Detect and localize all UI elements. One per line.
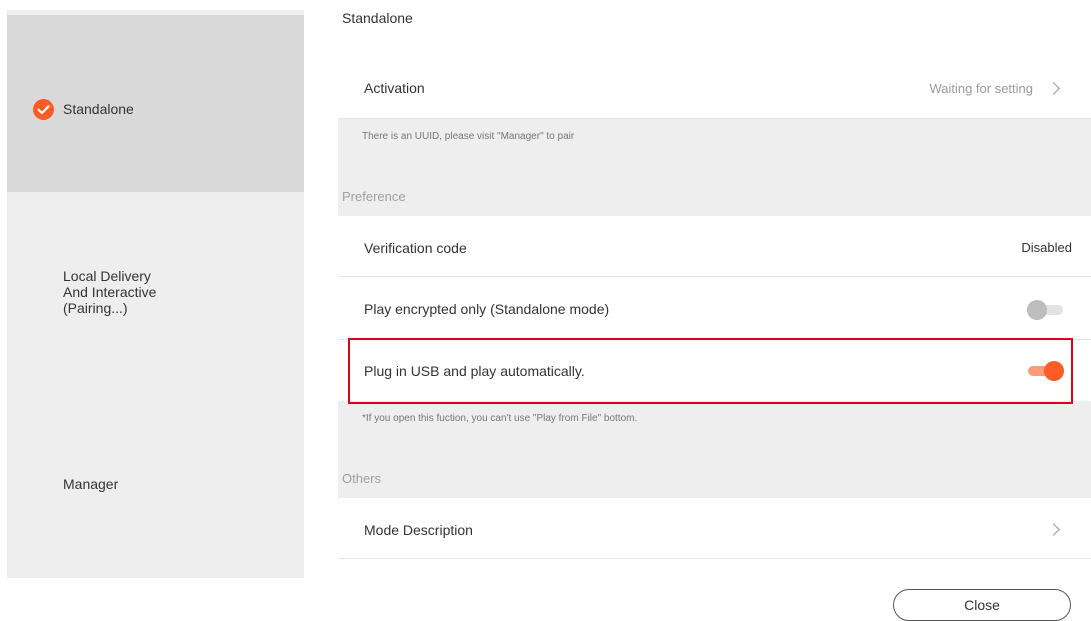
sidebar-item-label: Manager bbox=[63, 476, 119, 492]
activation-hint-band: There is an UUID, please visit "Manager"… bbox=[338, 119, 1091, 161]
sidebar-item-label: Standalone bbox=[63, 101, 134, 117]
settings-panel: Standalone Activation Waiting for settin… bbox=[304, 0, 1091, 616]
sidebar-item-local-delivery[interactable]: Local Delivery And Interactive (Pairing.… bbox=[7, 192, 304, 382]
verification-code-label: Verification code bbox=[364, 240, 467, 256]
usb-autoplay-toggle[interactable] bbox=[1028, 361, 1064, 381]
chevron-right-icon bbox=[1047, 523, 1060, 536]
usb-autoplay-hint: *If you open this fuction, you can't use… bbox=[362, 413, 638, 424]
usb-hint-band: *If you open this fuction, you can't use… bbox=[338, 401, 1091, 443]
mode-description-row[interactable]: Mode Description bbox=[338, 498, 1091, 559]
usb-autoplay-label: Plug in USB and play automatically. bbox=[364, 363, 585, 379]
verification-code-value: Disabled bbox=[1021, 240, 1072, 255]
check-circle-icon bbox=[33, 99, 54, 120]
activation-hint: There is an UUID, please visit "Manager"… bbox=[362, 131, 575, 142]
mode-description-label: Mode Description bbox=[364, 522, 473, 538]
toggle-knob bbox=[1044, 361, 1064, 381]
play-encrypted-row: Play encrypted only (Standalone mode) bbox=[338, 277, 1091, 340]
play-encrypted-toggle[interactable] bbox=[1027, 300, 1063, 320]
chevron-right-icon bbox=[1047, 82, 1060, 95]
preference-group-label: Preference bbox=[342, 189, 406, 204]
activation-status: Waiting for setting bbox=[929, 81, 1033, 96]
mode-sidebar: Standalone Local Delivery And Interactiv… bbox=[7, 10, 304, 578]
others-header: Others bbox=[338, 443, 1091, 498]
sidebar-item-standalone[interactable]: Standalone bbox=[7, 15, 304, 192]
usb-autoplay-row: Plug in USB and play automatically. bbox=[338, 340, 1091, 401]
sidebar-item-manager[interactable]: Manager bbox=[7, 382, 304, 578]
verification-code-row[interactable]: Verification code Disabled bbox=[338, 216, 1091, 277]
play-encrypted-label: Play encrypted only (Standalone mode) bbox=[364, 301, 610, 317]
sidebar-item-label: Local Delivery And Interactive (Pairing.… bbox=[63, 268, 157, 316]
close-button[interactable]: Close bbox=[893, 589, 1071, 621]
toggle-knob bbox=[1027, 300, 1047, 320]
activation-row[interactable]: Activation Waiting for setting bbox=[338, 58, 1091, 119]
preference-header: Preference bbox=[338, 161, 1091, 216]
activation-label: Activation bbox=[364, 80, 425, 96]
others-group-label: Others bbox=[342, 471, 382, 486]
section-title: Standalone bbox=[342, 10, 413, 26]
